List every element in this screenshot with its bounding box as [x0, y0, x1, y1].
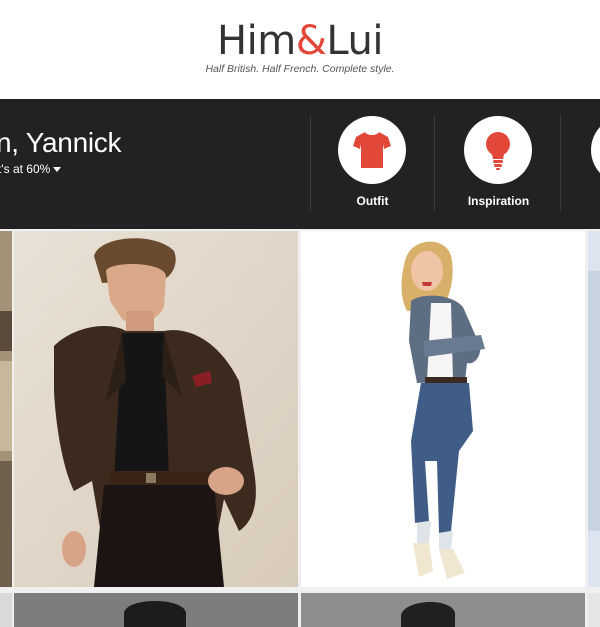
photo-row2-left[interactable]: [0, 593, 12, 627]
nav-label-outfit: Outfit: [356, 194, 389, 208]
tshirt-icon: [353, 132, 391, 168]
photo-row2-left-image: [0, 593, 12, 627]
caret-down-icon: [53, 167, 62, 173]
profile-completion-text: t's at 60%: [0, 162, 51, 176]
photo-row2-second-image: [301, 593, 585, 627]
profile-completion-dropdown[interactable]: t's at 60%: [0, 162, 62, 176]
logo-him: Him: [217, 18, 296, 64]
photo-right-partial[interactable]: [588, 231, 600, 587]
brand-logo[interactable]: Him&Lui: [0, 18, 600, 64]
lightbulb-icon: [486, 132, 510, 170]
photo-row2-man-image: [14, 593, 298, 627]
photo-row2-right-image: [588, 593, 600, 627]
photo-right-partial-image: [588, 231, 600, 587]
user-greeting: n, Yannick: [0, 127, 122, 158]
logo-lui: Lui: [326, 18, 383, 64]
photo-row2-second[interactable]: [301, 593, 585, 627]
nav-item-inspiration[interactable]: Inspiration: [436, 99, 561, 229]
nav-circle: [464, 116, 532, 184]
photo-left-partial[interactable]: [0, 231, 12, 587]
photo-woman-denim-image: [301, 231, 585, 587]
photo-row2-right[interactable]: [588, 593, 600, 627]
photo-grid: [0, 229, 600, 627]
nav-divider: [560, 115, 561, 211]
nav-item-partial[interactable]: [591, 116, 600, 184]
user-bar: n, Yannick t's at 60% Outfit Inspiration: [0, 99, 600, 229]
nav-label-inspiration: Inspiration: [467, 194, 530, 208]
nav-item-outfit[interactable]: Outfit: [310, 99, 435, 229]
logo-ampersand: &: [295, 18, 327, 64]
brand-tagline: Half British. Half French. Complete styl…: [205, 63, 395, 75]
nav-divider: [434, 115, 435, 211]
photo-left-partial-image: [0, 231, 12, 587]
photo-woman-denim[interactable]: [301, 231, 585, 587]
nav-circle: [338, 116, 406, 184]
photo-row2-man[interactable]: [14, 593, 298, 627]
photo-man-brown-blazer[interactable]: [14, 231, 298, 587]
site-header: Him&Lui Half British. Half French. Compl…: [0, 0, 600, 99]
photo-man-brown-blazer-image: [14, 231, 298, 587]
